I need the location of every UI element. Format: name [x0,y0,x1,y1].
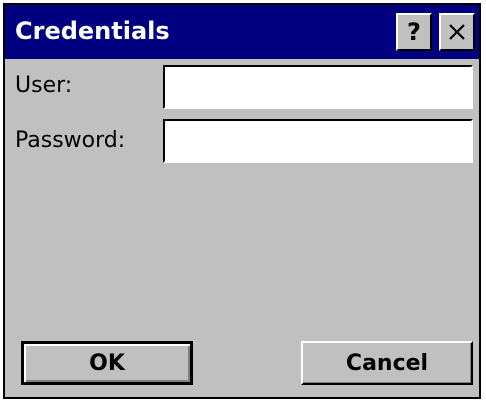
password-input[interactable] [163,119,473,163]
dialog-title: Credentials [15,17,170,45]
help-label: ? [407,18,421,46]
ok-button-label: OK [89,350,125,376]
ok-button[interactable]: OK [21,341,193,385]
cancel-button[interactable]: Cancel [301,341,473,385]
user-input[interactable] [163,65,473,109]
cancel-button-label: Cancel [345,350,429,376]
user-label: User: [15,73,73,98]
close-icon [449,24,465,40]
close-button[interactable] [439,13,475,51]
credentials-dialog: Credentials ? User: Password: OK Cancel [3,3,481,399]
help-button[interactable]: ? [396,13,432,51]
title-bar: Credentials ? [5,5,479,59]
password-label: Password: [15,128,126,153]
